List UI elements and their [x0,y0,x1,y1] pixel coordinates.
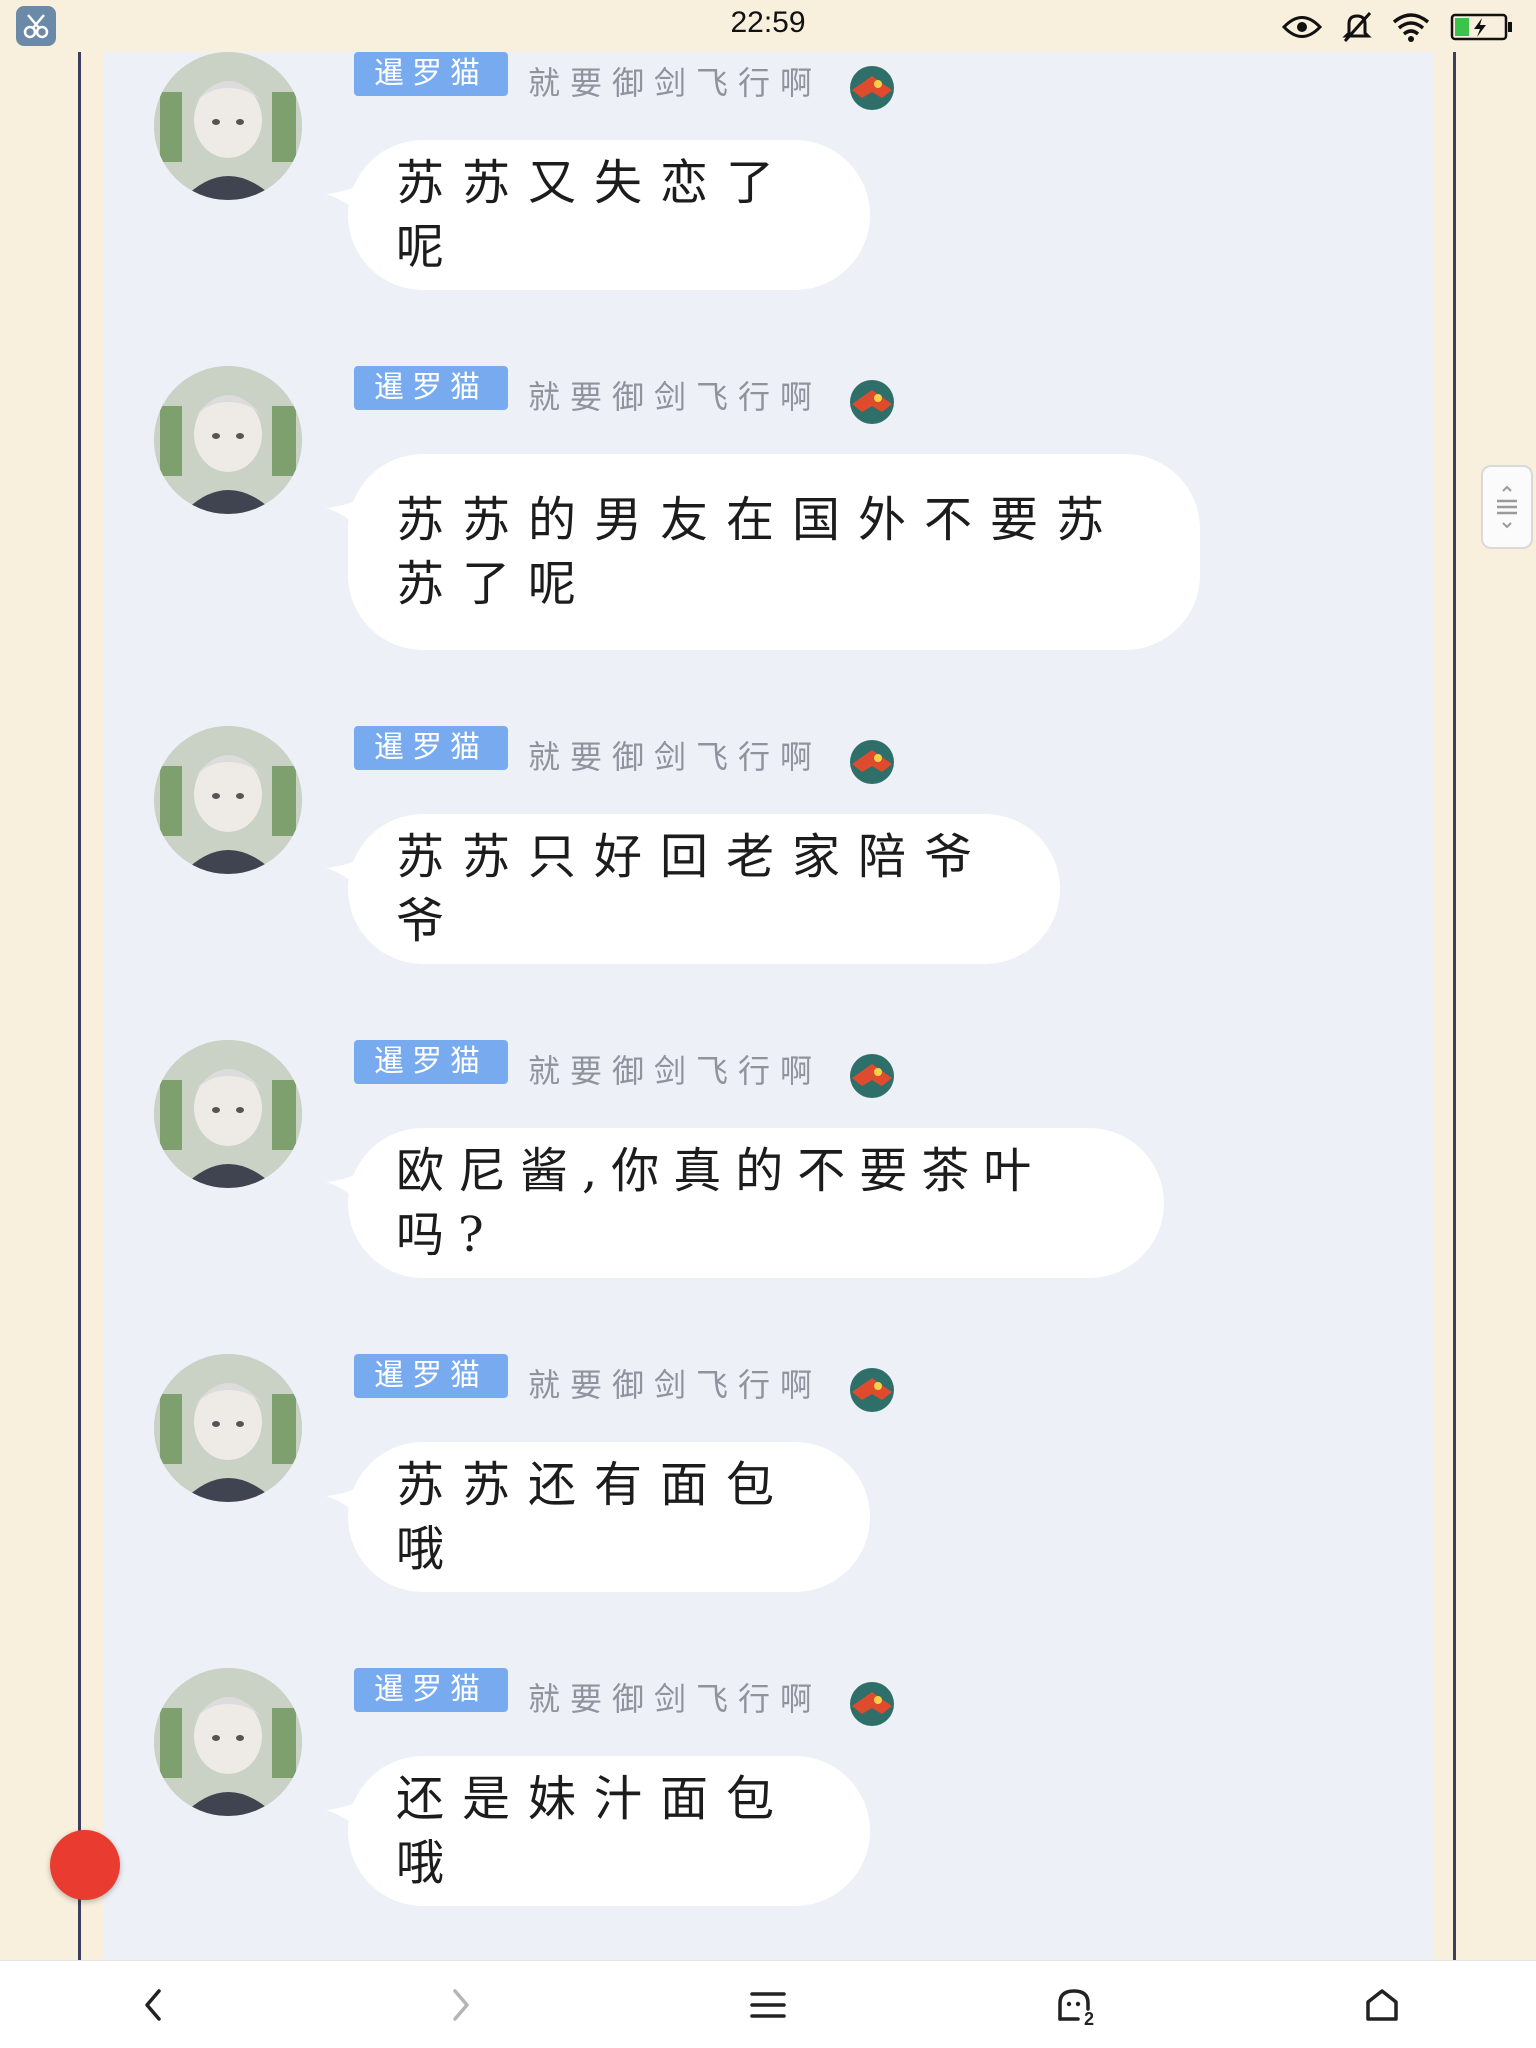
title-badge: 暹罗猫 [354,726,508,770]
status-icons [1282,8,1514,46]
side-drawer-handle[interactable] [1481,465,1533,549]
back-button[interactable] [124,1975,184,2035]
forward-icon [453,1989,469,2021]
dragon-icon [850,1682,894,1726]
nickname[interactable]: 就要御剑飞行啊 [528,58,822,104]
nickname[interactable]: 就要御剑飞行啊 [528,372,822,418]
dragon-icon [850,380,894,424]
avatar[interactable] [154,1040,302,1188]
message-text: 欧尼酱,你真的不要茶叶吗? [396,1143,1046,1263]
nickname[interactable]: 就要御剑飞行啊 [528,732,822,778]
dragon-icon [850,1054,894,1098]
bottom-navigation: 2 [0,1960,1536,2048]
eye-icon [1282,16,1322,38]
home-button[interactable] [1352,1975,1412,2035]
nickname[interactable]: 就要御剑飞行啊 [528,1674,822,1720]
message-bubble[interactable]: 苏苏的男友在国外不要苏苏了呢 [348,454,1200,650]
frame-border-left [78,52,81,1960]
title-badge: 暹罗猫 [354,52,508,96]
title-badge: 暹罗猫 [354,1668,508,1712]
dragon-icon [850,66,894,110]
status-bar: 22:59 [0,0,1536,52]
menu-icon [750,1992,786,2018]
avatar[interactable] [154,1668,302,1816]
mute-icon [1342,12,1372,42]
title-badge: 暹罗猫 [354,1040,508,1084]
tab-count-badge: 2 [1084,2009,1095,2029]
title-badge: 暹罗猫 [354,366,508,410]
nickname[interactable]: 就要御剑飞行啊 [528,1360,822,1406]
message-bubble[interactable]: 还是妹汁面包哦 [348,1756,870,1906]
nickname[interactable]: 就要御剑飞行啊 [528,1046,822,1092]
message-text: 还是妹汁面包哦 [396,1771,793,1891]
forward-button[interactable] [430,1975,490,2035]
message-text: 苏苏的男友在国外不要苏苏了呢 [396,492,1123,612]
battery-charging-icon [1450,13,1512,41]
message-text: 苏苏还有面包哦 [396,1457,793,1577]
dragon-icon [850,740,894,784]
message-text: 苏苏又失恋了呢 [396,155,793,275]
home-icon [1366,1989,1398,2021]
avatar[interactable] [154,726,302,874]
message-text: 苏苏只好回老家陪爷爷 [396,829,991,949]
chat-panel[interactable]: 暹罗猫 就要御剑飞行啊 苏苏又失恋了呢 暹罗猫 就要御剑飞行啊 苏苏的男友在国外… [104,52,1434,1960]
title-badge: 暹罗猫 [354,1354,508,1398]
message-bubble[interactable]: 苏苏又失恋了呢 [348,140,870,290]
wifi-icon [1392,13,1430,42]
message-bubble[interactable]: 苏苏只好回老家陪爷爷 [348,814,1060,964]
frame-border-right [1453,52,1456,1960]
avatar[interactable] [154,52,302,200]
screen: 22:59 暹罗猫 就要御剑飞行啊 苏苏又失恋了呢 暹罗猫 就要御剑飞行啊 苏苏… [0,0,1536,2048]
menu-button[interactable] [738,1975,798,2035]
message-bubble[interactable]: 欧尼酱,你真的不要茶叶吗? [348,1128,1164,1278]
dragon-icon [850,1368,894,1412]
avatar[interactable] [154,366,302,514]
avatar[interactable] [154,1354,302,1502]
floating-record-button[interactable] [50,1830,120,1900]
message-bubble[interactable]: 苏苏还有面包哦 [348,1442,870,1592]
back-icon [145,1989,161,2021]
handle-lines-icon [1497,485,1517,529]
tabs-button[interactable]: 2 [1046,1975,1106,2035]
